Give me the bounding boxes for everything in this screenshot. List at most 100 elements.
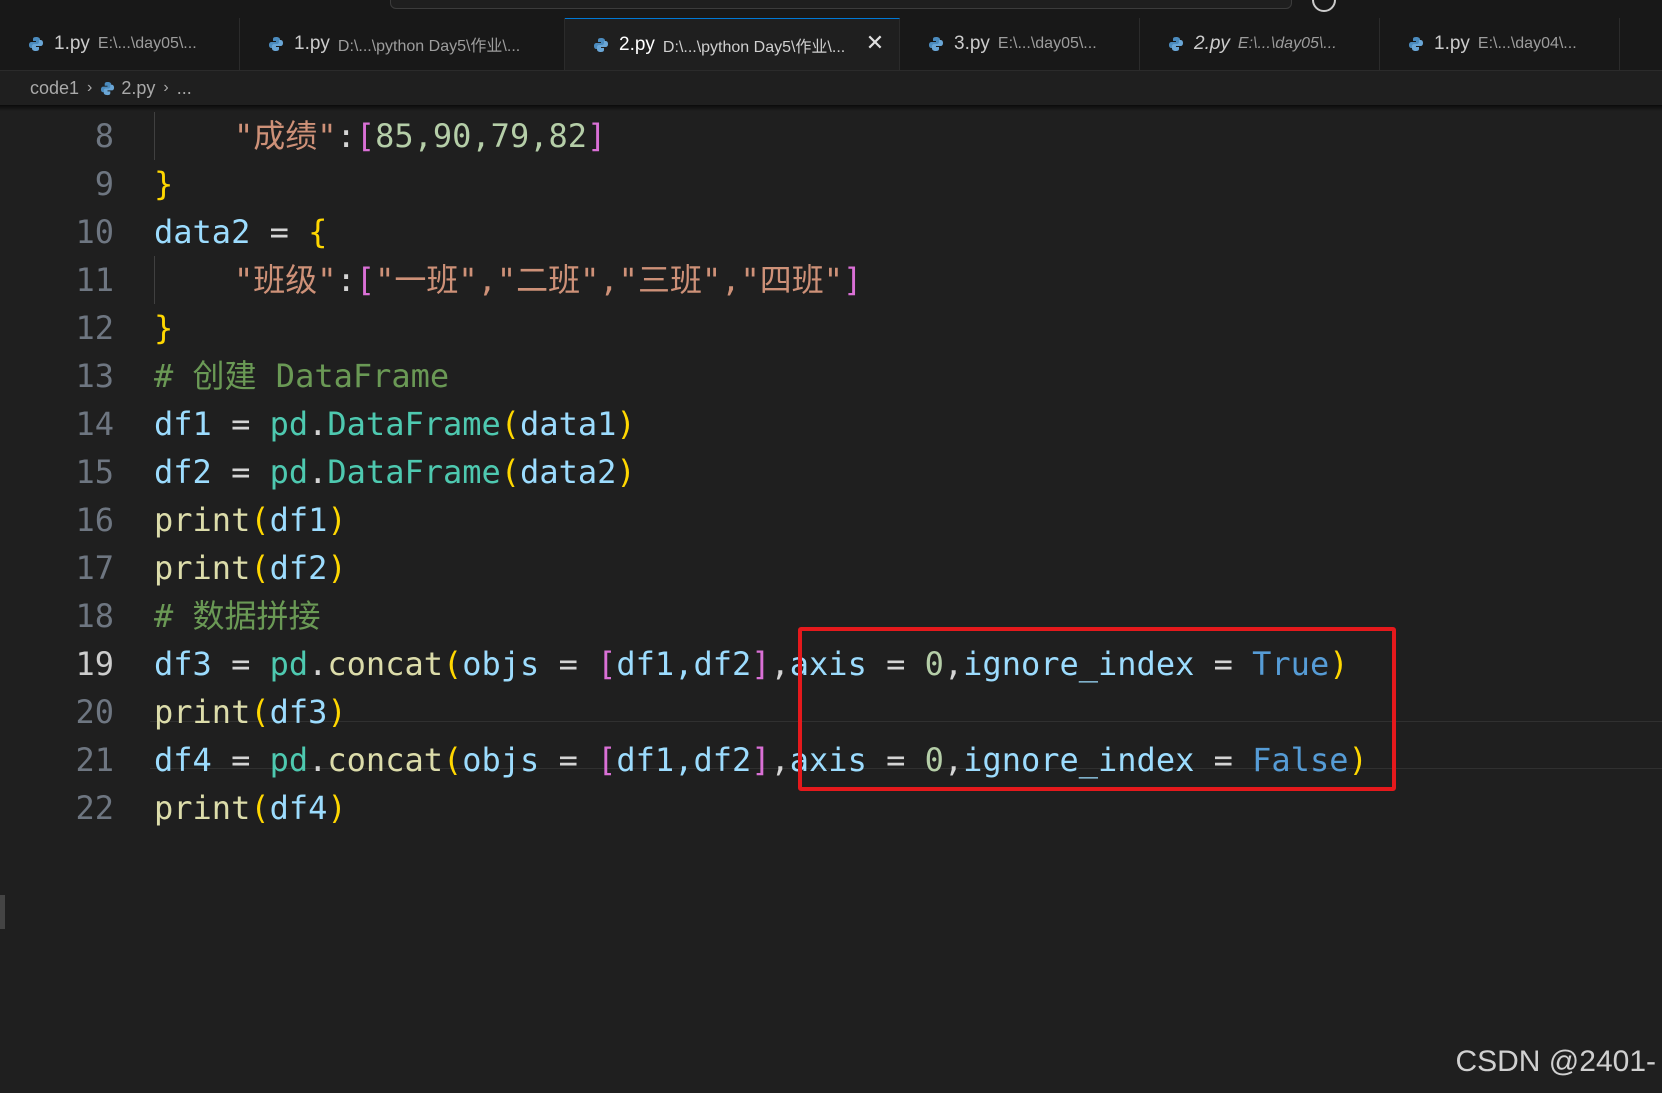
class-token: DataFrame [327, 453, 501, 491]
tab-1py-day05[interactable]: 1.py E:\...\day05\... [0, 18, 240, 70]
breadcrumb: code1 › 2.py › ... [0, 71, 1662, 105]
python-file-icon [269, 37, 283, 51]
annotation-highlight-box [798, 627, 1396, 791]
argument-token: df2 [269, 549, 328, 587]
line-number: 10 [75, 213, 114, 251]
tab-2py-day05-preview[interactable]: 2.py E:\...\day05\... [1140, 18, 1380, 70]
paren-token: ( [250, 549, 270, 587]
line-number: 16 [75, 501, 114, 539]
dot-token: . [308, 405, 328, 443]
line-number: 18 [75, 597, 114, 635]
code-line-16: 16 print(df1) [0, 496, 1662, 544]
bracket-token: [ [597, 645, 617, 683]
tab-filename: 2.py [1194, 33, 1230, 54]
line-code: df2 = pd.DataFrame(data2) [154, 448, 636, 496]
list-token: df1,df2 [616, 645, 752, 683]
number-list-token: 85,90,79,82 [375, 117, 587, 155]
tab-filename: 3.py [954, 33, 990, 54]
line-code: df1 = pd.DataFrame(data1) [154, 400, 636, 448]
function-token: print [154, 549, 251, 587]
paren-token: ( [500, 405, 521, 443]
paren-token: ( [250, 789, 270, 827]
indent-guide [154, 112, 155, 160]
brace-token: } [154, 165, 174, 203]
string-token: "班级" [234, 261, 337, 299]
line-code: data2 = { [154, 208, 327, 256]
variable-token: df1 [154, 405, 212, 443]
line-number: 22 [75, 789, 114, 827]
tab-path: E:\...\day05\... [97, 35, 197, 52]
line-code: "成绩":[85,90,79,82] [234, 112, 606, 160]
bracket-token: ] [843, 261, 863, 299]
class-token: DataFrame [327, 405, 501, 443]
paren-token: ( [442, 645, 463, 683]
param-token: objs [462, 741, 540, 779]
bracket-token: ] [587, 117, 607, 155]
line-code: "班级":["一班","二班","三班","四班"] [234, 256, 862, 304]
operator-token: = [250, 213, 309, 251]
string-list-token: "一班","二班","三班","四班" [375, 261, 844, 299]
paren-token: ( [442, 741, 463, 779]
paren-token: ( [250, 501, 270, 539]
paren-token: ) [616, 453, 636, 491]
scroll-shadow [0, 105, 1662, 111]
line-code: print(df4) [154, 784, 347, 832]
dot-token: . [308, 645, 328, 683]
chevron-right-icon: › [87, 79, 93, 96]
line-code: print(df1) [154, 496, 347, 544]
command-center-search[interactable] [390, 0, 1292, 9]
operator-token: = [211, 405, 270, 443]
tab-1py-day04[interactable]: 1.py E:\...\day04\... [1380, 18, 1620, 70]
line-code: print(df3) [154, 688, 347, 736]
tab-path: E:\...\day04\... [1477, 35, 1577, 52]
tab-3py-day05[interactable]: 3.py E:\...\day05\... [900, 18, 1140, 70]
tab-1py-python-day5[interactable]: 1.py D:\...\python Day5\作业\... [240, 18, 565, 70]
operator-token: = [211, 645, 270, 683]
tab-path: D:\...\python Day5\作业\... [662, 38, 846, 56]
module-token: pd [269, 453, 309, 491]
comment-token: # 数据拼接 [154, 597, 321, 635]
code-line-8: 8 "成绩":[85,90,79,82] [0, 112, 1662, 160]
line-number: 21 [75, 741, 114, 779]
paren-token: ) [327, 693, 347, 731]
tab-filename: 2.py [619, 33, 655, 55]
paren-token: ) [616, 405, 636, 443]
module-token: pd [269, 741, 309, 779]
colon-token: : [336, 117, 356, 155]
brace-token: { [308, 213, 328, 251]
code-editor[interactable]: 8 "成绩":[85,90,79,82] 9 } 10 data2 = { 11… [0, 105, 1662, 1093]
breadcrumb-file[interactable]: 2.py [121, 78, 155, 99]
watermark: CSDN @2401- [1455, 1045, 1656, 1078]
bracket-token: ] [751, 645, 771, 683]
comma-token: , [770, 645, 790, 683]
tab-path: D:\...\python Day5\作业\... [337, 38, 521, 55]
paren-token: ) [327, 549, 347, 587]
breadcrumb-symbols[interactable]: ... [177, 78, 192, 99]
line-number: 13 [75, 357, 114, 395]
python-file-icon [101, 81, 115, 95]
python-file-icon [29, 37, 43, 51]
code-line-15: 15 df2 = pd.DataFrame(data2) [0, 448, 1662, 496]
code-line-22: 22 print(df4) [0, 784, 1662, 832]
line-number: 20 [75, 693, 114, 731]
operator-token: = [211, 453, 270, 491]
accounts-icon[interactable] [1312, 0, 1336, 12]
tab-filename: 1.py [294, 33, 330, 54]
line-code: } [154, 304, 173, 352]
paren-token: ) [327, 501, 347, 539]
comment-token: # 创建 DataFrame [154, 357, 450, 395]
code-line-12: 12 } [0, 304, 1662, 352]
variable-token: data2 [154, 213, 251, 251]
close-tab-icon[interactable]: ✕ [863, 31, 887, 55]
line-number: 17 [75, 549, 114, 587]
dot-token: . [308, 741, 328, 779]
panel-sash[interactable] [0, 895, 5, 929]
tab-2py-active[interactable]: 2.py D:\...\python Day5\作业\... ✕ [565, 18, 900, 70]
function-token: concat [327, 741, 443, 779]
breadcrumb-folder[interactable]: code1 [30, 78, 79, 99]
code-line-10: 10 data2 = { [0, 208, 1662, 256]
operator-token: = [211, 741, 270, 779]
paren-token: ( [500, 453, 521, 491]
argument-token: data2 [520, 453, 617, 491]
code-line-13: 13 # 创建 DataFrame [0, 352, 1662, 400]
